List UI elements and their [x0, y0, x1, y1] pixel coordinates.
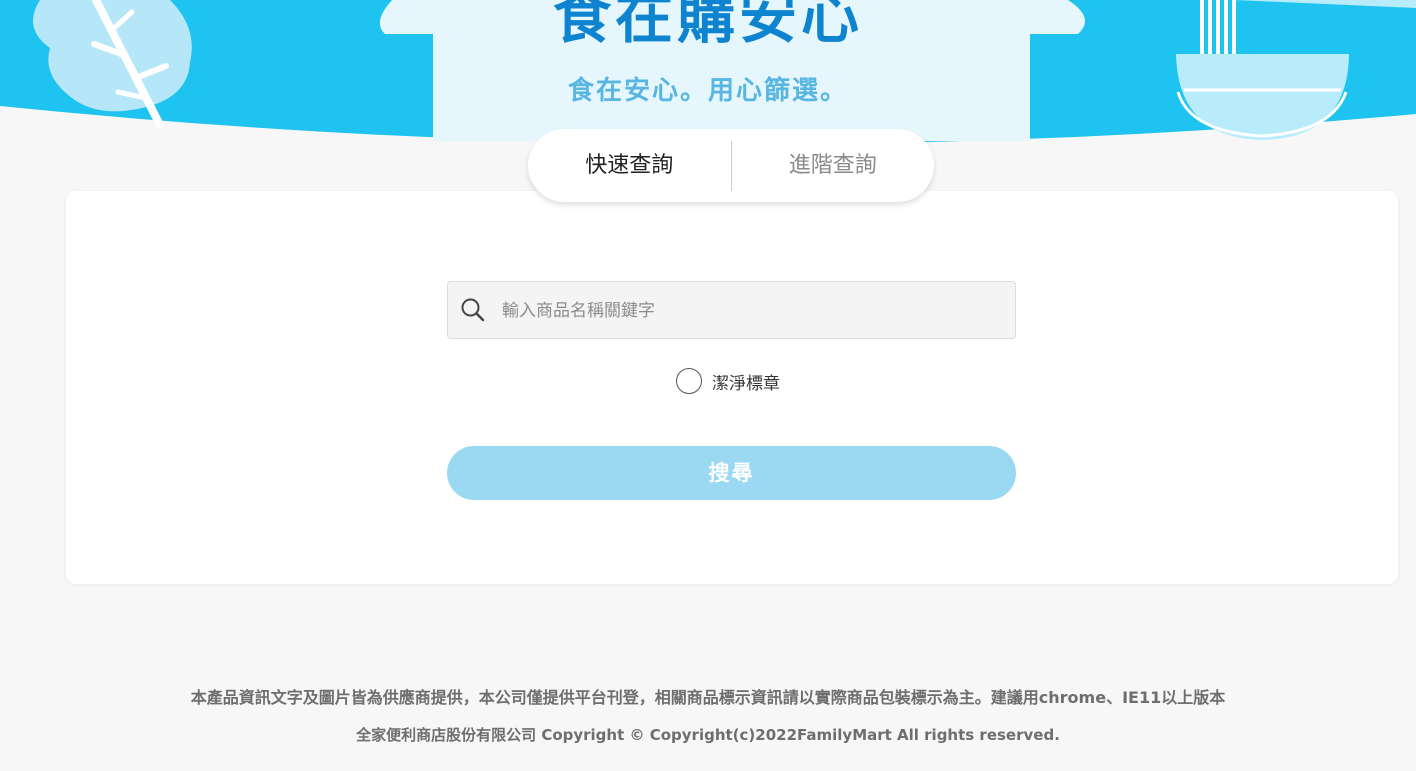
clean-label-text: 潔淨標章: [712, 373, 780, 394]
clean-label-filter: 潔淨標章: [676, 367, 780, 395]
search-input[interactable]: [500, 282, 1004, 340]
tab-quick-search[interactable]: 快速查詢: [528, 129, 731, 202]
header-banner: 食在購安心 食在安心。用心篩選。: [0, 0, 1416, 150]
tab-advanced-search[interactable]: 進階查詢: [732, 129, 935, 202]
site-subtitle: 食在安心。用心篩選。: [567, 76, 848, 106]
clean-label-radio[interactable]: [676, 368, 702, 394]
search-box: [447, 281, 1016, 340]
search-icon: [461, 298, 485, 322]
footer-copyright: 全家便利商店股份有限公司 Copyright © Copyright(c)202…: [356, 726, 1060, 744]
footer-disclaimer: 本產品資訊文字及圖片皆為供應商提供，本公司僅提供平台刊登，相關商品標示資訊請以實…: [190, 688, 1226, 707]
search-button[interactable]: 搜尋: [447, 446, 1016, 500]
site-title: 食在購安心: [552, 0, 863, 51]
search-mode-tabs: 快速查詢 進階查詢: [528, 129, 934, 202]
